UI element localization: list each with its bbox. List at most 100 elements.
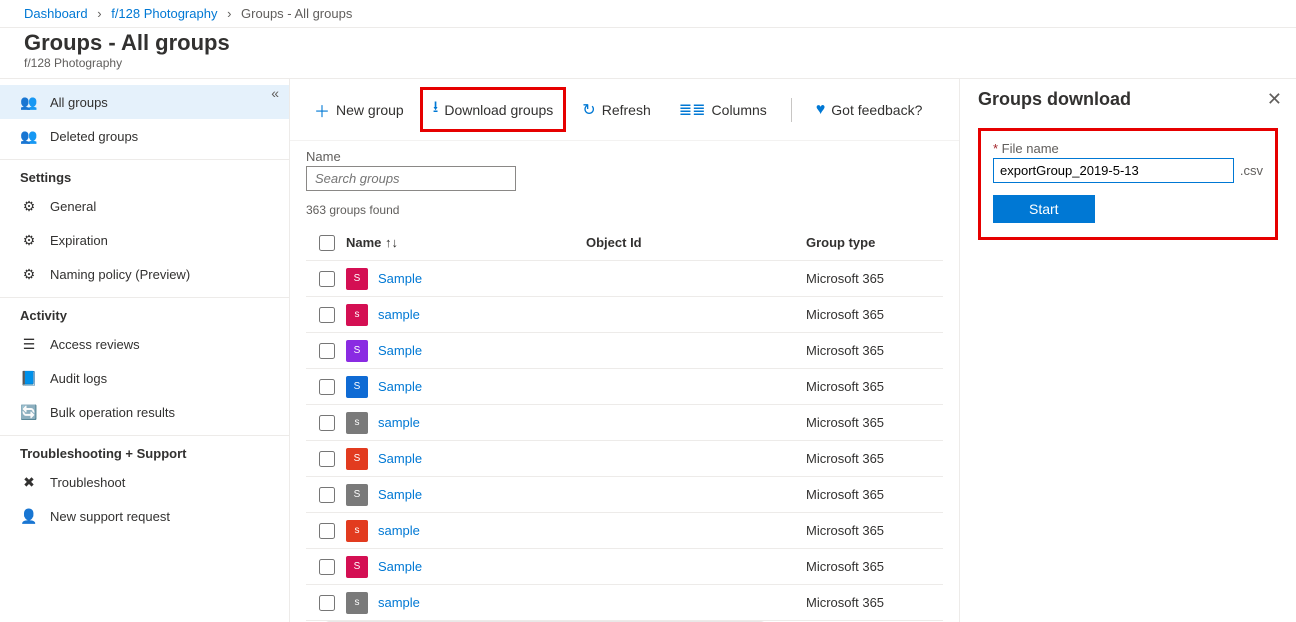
table-row[interactable]: SSampleMicrosoft 365 (306, 369, 943, 405)
table-row[interactable]: S Sample Microsoft 365 (306, 333, 943, 369)
download-groups-label: Download groups (444, 102, 553, 118)
sidebar-item-bulk-operation-results[interactable]: 🔄Bulk operation results (0, 395, 289, 429)
columns-icon: ≣≣ (679, 100, 706, 120)
file-name-input[interactable] (993, 158, 1234, 183)
sidebar-item-general[interactable]: ⚙General (0, 189, 289, 223)
group-type-cell: Microsoft 365 (806, 271, 943, 286)
sidebar-item-label: Naming policy (Preview) (50, 267, 190, 282)
group-tile-icon: S (346, 484, 368, 506)
group-name-link[interactable]: sample (378, 307, 420, 322)
group-tile-icon: S (346, 268, 368, 290)
refresh-button[interactable]: ↻ Refresh (570, 92, 662, 128)
group-name-link[interactable]: Sample (378, 559, 422, 574)
sidebar-item-all-groups[interactable]: 👥All groups (0, 85, 289, 119)
group-tile-icon: S (346, 556, 368, 578)
collapse-sidebar-icon[interactable]: « (271, 85, 279, 101)
columns-button[interactable]: ≣≣ Columns (667, 92, 779, 128)
toolbar-divider (791, 98, 792, 122)
group-name-link[interactable]: Sample (378, 379, 422, 394)
breadcrumb-current: Groups - All groups (241, 6, 352, 21)
group-icon: 👥 (20, 93, 38, 111)
table-row[interactable]: ssampleMicrosoft 365 (306, 405, 943, 441)
breadcrumb: Dashboard › f/128 Photography › Groups -… (0, 0, 1296, 28)
row-checkbox[interactable] (319, 559, 335, 575)
table-row[interactable]: S Sample Microsoft 365 (306, 261, 943, 297)
file-extension: .csv (1240, 163, 1263, 178)
sidebar-item-access-reviews[interactable]: ☰Access reviews (0, 327, 289, 361)
search-block: Name (290, 141, 959, 199)
sidebar-item-troubleshoot[interactable]: ✖Troubleshoot (0, 465, 289, 499)
row-checkbox[interactable] (319, 595, 335, 611)
gear-icon: ⚙ (20, 265, 38, 283)
close-icon[interactable]: ✕ (1267, 89, 1282, 110)
sidebar-item-label: Audit logs (50, 371, 107, 386)
sidebar-item-deleted-groups[interactable]: 👥 Deleted groups (0, 119, 289, 153)
row-checkbox[interactable] (319, 523, 335, 539)
table-row[interactable]: ssampleMicrosoft 365 (306, 297, 943, 333)
download-panel: ✕ Groups download * File name .csv Start (960, 79, 1296, 622)
group-tile-icon: S (346, 376, 368, 398)
row-checkbox[interactable] (319, 379, 335, 395)
heart-icon: ♥ (816, 101, 826, 119)
sidebar-item-expiration[interactable]: ⚙Expiration (0, 223, 289, 257)
download-icon: ⭳ (433, 96, 439, 123)
row-checkbox[interactable] (319, 271, 335, 287)
groups-table: Name ↑↓ Object Id Group type S Sample Micr… (290, 225, 959, 622)
breadcrumb-dashboard[interactable]: Dashboard (24, 6, 88, 21)
row-checkbox[interactable] (319, 307, 335, 323)
sidebar: « 👥All groups👥Deleted groups Settings⚙Ge… (0, 79, 290, 622)
required-indicator: * (993, 141, 1002, 156)
group-name-link[interactable]: Sample (378, 271, 422, 286)
group-name-link[interactable]: Sample (378, 451, 422, 466)
sidebar-item-audit-logs[interactable]: 📘Audit logs (0, 361, 289, 395)
breadcrumb-tenant[interactable]: f/128 Photography (111, 6, 217, 21)
group-deleted-icon: 👥 (20, 127, 38, 145)
download-groups-button[interactable]: ⭳ Download groups (420, 87, 567, 132)
new-group-button[interactable]: ＋ New group (302, 90, 416, 130)
group-name-link[interactable]: Sample (378, 487, 422, 502)
table-row[interactable]: ssampleMicrosoft 365 (306, 585, 943, 621)
group-type-cell: Microsoft 365 (806, 343, 943, 358)
select-all-checkbox[interactable] (319, 235, 335, 251)
sidebar-section-troubleshooting-support: Troubleshooting + Support (0, 435, 289, 465)
row-checkbox[interactable] (319, 487, 335, 503)
page-subtitle: f/128 Photography (24, 56, 1272, 70)
group-name-link[interactable]: sample (378, 595, 420, 610)
col-name[interactable]: Name ↑↓ (346, 235, 586, 250)
col-group-type[interactable]: Group type (806, 235, 943, 250)
chevron-right-icon: › (97, 6, 101, 21)
search-input[interactable] (306, 166, 516, 191)
group-tile-icon: s (346, 592, 368, 614)
sidebar-section-activity: Activity (0, 297, 289, 327)
panel-form: * File name .csv Start (978, 128, 1278, 240)
sidebar-item-naming-policy-preview-[interactable]: ⚙ Naming policy (Preview) (0, 257, 289, 291)
group-name-link[interactable]: sample (378, 415, 420, 430)
file-name-label: * File name (993, 141, 1263, 156)
col-object-id[interactable]: Object Id (586, 235, 806, 250)
group-name-link[interactable]: sample (378, 523, 420, 538)
table-row[interactable]: ssample Microsoft 365 (306, 513, 943, 549)
group-tile-icon: S (346, 340, 368, 362)
columns-label: Columns (712, 102, 767, 118)
sidebar-item-label: New support request (50, 509, 170, 524)
feedback-button[interactable]: ♥ Got feedback? (804, 93, 935, 127)
sidebar-item-label: Bulk operation results (50, 405, 175, 420)
group-name-link[interactable]: Sample (378, 343, 422, 358)
sidebar-item-new-support-request[interactable]: 👤New support request (0, 499, 289, 533)
sidebar-item-label: Deleted groups (50, 129, 138, 144)
sidebar-item-label: Troubleshoot (50, 475, 125, 490)
gear-icon: ⚙ (20, 197, 38, 215)
refresh-label: Refresh (602, 102, 651, 118)
table-row[interactable]: SSampleMicrosoft 365 (306, 477, 943, 513)
row-checkbox[interactable] (319, 415, 335, 431)
table-row[interactable]: SSampleMicrosoft 365 (306, 441, 943, 477)
start-button[interactable]: Start (993, 195, 1095, 223)
feedback-label: Got feedback? (831, 102, 922, 118)
table-header: Name ↑↓ Object Id Group type (306, 225, 943, 261)
table-row[interactable]: SSampleMicrosoft 365 (306, 549, 943, 585)
row-checkbox[interactable] (319, 343, 335, 359)
row-checkbox[interactable] (319, 451, 335, 467)
refresh-icon: ↻ (582, 100, 595, 120)
group-type-cell: Microsoft 365 (806, 523, 943, 538)
group-tile-icon: s (346, 520, 368, 542)
